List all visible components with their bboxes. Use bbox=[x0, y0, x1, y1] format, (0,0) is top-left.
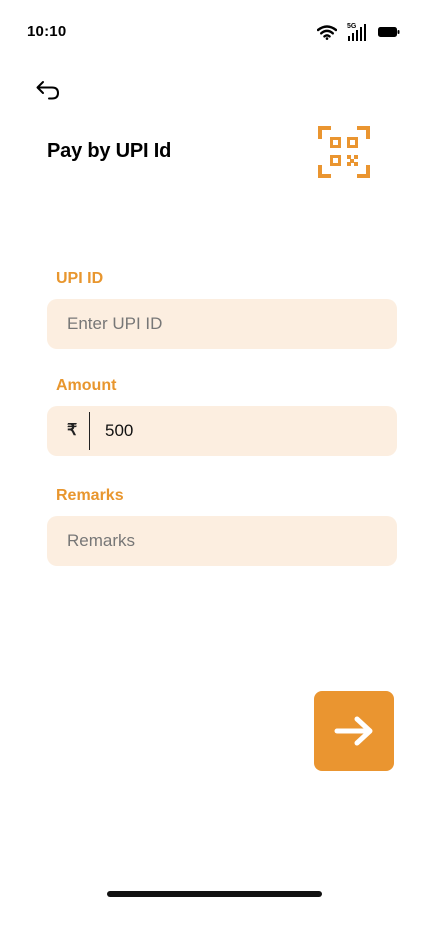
battery-icon bbox=[378, 27, 400, 37]
remarks-field[interactable] bbox=[47, 516, 397, 566]
status-icons: 5G bbox=[317, 22, 400, 42]
back-arrow-icon bbox=[36, 81, 60, 100]
qr-code-scan-icon bbox=[318, 126, 370, 178]
arrow-right-icon bbox=[334, 716, 373, 746]
status-bar: 10:10 5G bbox=[0, 0, 430, 60]
cellular-5g-icon: 5G bbox=[347, 23, 366, 41]
upi-id-label: UPI ID bbox=[56, 270, 104, 287]
remarks-label: Remarks bbox=[56, 487, 124, 504]
upi-id-input[interactable] bbox=[47, 299, 397, 349]
rupee-icon: ₹ bbox=[67, 422, 78, 439]
remarks-input[interactable] bbox=[47, 516, 397, 566]
upi-id-field[interactable] bbox=[47, 299, 397, 349]
svg-text:5G: 5G bbox=[347, 23, 357, 30]
status-time: 10:10 bbox=[27, 23, 67, 40]
amount-field[interactable]: ₹ bbox=[47, 406, 397, 456]
amount-input[interactable] bbox=[105, 406, 385, 456]
wifi-icon bbox=[317, 24, 337, 40]
home-indicator bbox=[107, 891, 322, 897]
page-title: Pay by UPI Id bbox=[47, 140, 172, 162]
proceed-button[interactable] bbox=[314, 691, 394, 771]
qr-scan-button[interactable] bbox=[318, 126, 370, 178]
amount-label: Amount bbox=[56, 377, 117, 394]
back-button[interactable] bbox=[33, 76, 63, 104]
currency-divider bbox=[89, 412, 90, 450]
